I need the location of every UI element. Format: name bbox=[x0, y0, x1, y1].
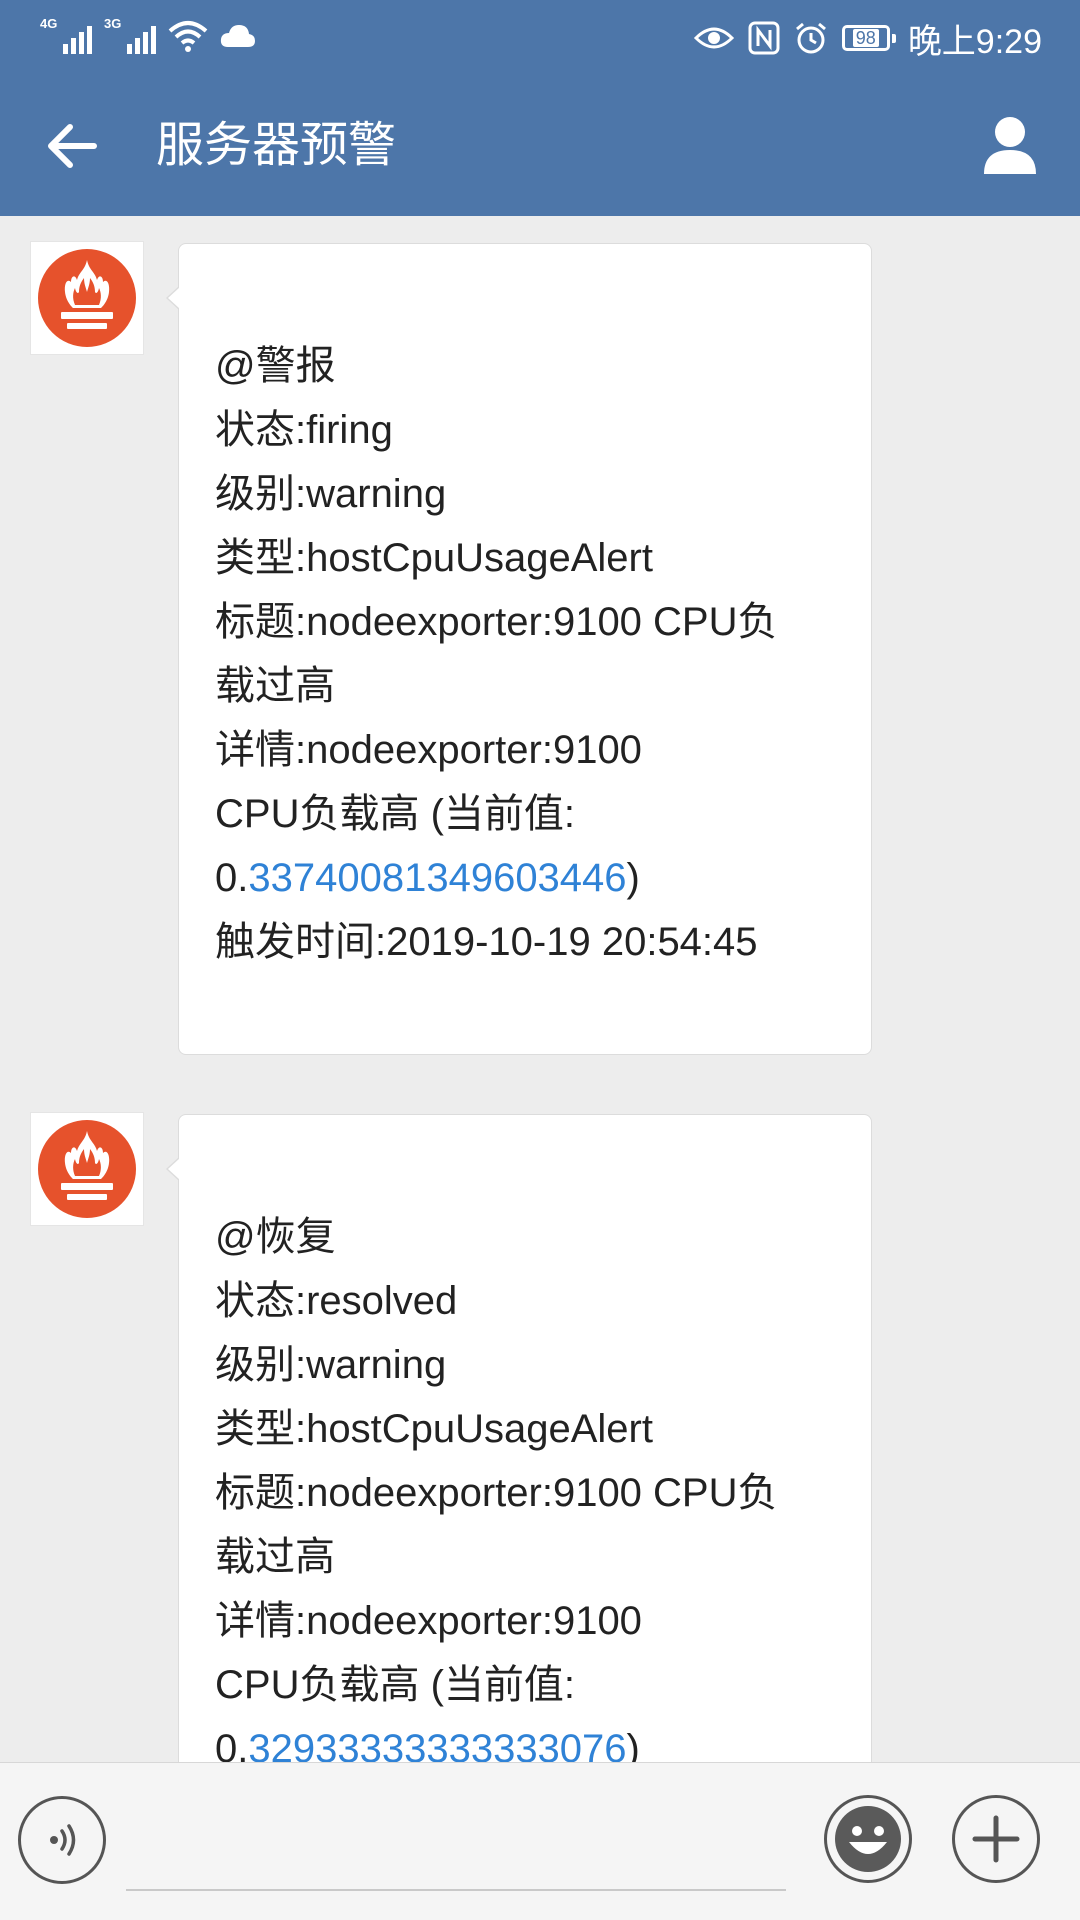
message-bubble[interactable]: @恢复状态:resolved 级别:warning 类型:hostCpuUsageA… bbox=[166, 1114, 872, 1762]
battery-level: 98 bbox=[852, 29, 879, 47]
input-bar bbox=[0, 1762, 1080, 1920]
message-line: 载过高 bbox=[215, 1535, 335, 1579]
value-suffix: ) bbox=[626, 856, 640, 900]
message-line: 状态:firing bbox=[215, 408, 393, 452]
message-line: 级别:warning bbox=[215, 472, 447, 516]
message-line: 状态:resolved bbox=[215, 1279, 458, 1323]
app-header: 服务器预警 bbox=[0, 76, 1080, 216]
nfc-icon bbox=[748, 21, 780, 55]
plus-icon bbox=[972, 1815, 1020, 1863]
message-line: 标题:nodeexporter:9100 CPU负 bbox=[215, 1471, 778, 1515]
network-label-2: 3G bbox=[104, 16, 122, 31]
wifi-icon bbox=[168, 21, 208, 52]
message-bubble[interactable]: @警报状态:firing 级别:warning 类型:hostCpuUsageAle… bbox=[166, 243, 872, 1055]
person-icon[interactable] bbox=[980, 114, 1040, 176]
emoji-icon bbox=[835, 1806, 901, 1872]
more-options-button[interactable] bbox=[952, 1795, 1040, 1883]
message-line: 详情:nodeexporter:9100 bbox=[215, 1599, 642, 1643]
alarm-icon bbox=[795, 22, 826, 54]
status-left: 4G 3G bbox=[40, 14, 256, 58]
message-line: 载过高 bbox=[215, 664, 335, 708]
status-right: 98 晚上9:29 bbox=[693, 14, 1042, 62]
clock: 晚上9:29 bbox=[907, 22, 1042, 61]
status-bar: 4G 3G 98 晚上9:29 bbox=[0, 0, 1080, 76]
message-line: 详情:nodeexporter:9100 bbox=[215, 728, 642, 772]
network-label-1: 4G bbox=[40, 16, 58, 31]
value-suffix: ) bbox=[626, 1727, 640, 1762]
prometheus-logo-icon bbox=[38, 1120, 136, 1218]
signal-4g-icon: 4G bbox=[40, 16, 92, 56]
sender-avatar[interactable] bbox=[30, 1112, 144, 1226]
message-line: CPU负载高 (当前值: bbox=[215, 1663, 575, 1707]
message-line: 标题:nodeexporter:9100 CPU负 bbox=[215, 600, 778, 644]
eye-comfort-icon bbox=[693, 27, 734, 49]
message-line: @恢复 bbox=[215, 1215, 336, 1259]
voice-input-button[interactable] bbox=[18, 1796, 106, 1884]
voice-input-icon bbox=[50, 1824, 76, 1856]
sender-avatar[interactable] bbox=[30, 241, 144, 355]
message-line: 级别:warning bbox=[215, 1343, 447, 1387]
message-line: 0.32933333333333076) bbox=[215, 1717, 841, 1762]
page-title: 服务器预警 bbox=[156, 117, 397, 173]
value-prefix: 0. bbox=[215, 856, 249, 900]
message-line: 类型:hostCpuUsageAlert bbox=[215, 536, 653, 580]
phone-number-link[interactable]: 32933333333333076 bbox=[248, 1727, 626, 1762]
message-line: 类型:hostCpuUsageAlert bbox=[215, 1407, 653, 1451]
signal-3g-icon: 3G bbox=[104, 16, 156, 56]
cloud-icon bbox=[220, 25, 255, 47]
message-input[interactable] bbox=[126, 1889, 786, 1891]
emoji-button[interactable] bbox=[824, 1795, 912, 1883]
value-prefix: 0. bbox=[215, 1727, 249, 1762]
prometheus-logo-icon bbox=[38, 249, 136, 347]
chat-area[interactable]: @警报状态:firing 级别:warning 类型:hostCpuUsageAle… bbox=[0, 216, 1080, 1762]
message-line: CPU负载高 (当前值: bbox=[215, 792, 575, 836]
message-line: @警报 bbox=[215, 344, 336, 388]
back-arrow-icon[interactable] bbox=[42, 116, 102, 176]
message-line: 0.33740081349603446) bbox=[215, 846, 841, 910]
message-line: 触发时间:2019-10-19 20:54:45 bbox=[215, 920, 758, 964]
battery-icon: 98 bbox=[841, 25, 896, 51]
phone-number-link[interactable]: 33740081349603446 bbox=[248, 856, 626, 900]
